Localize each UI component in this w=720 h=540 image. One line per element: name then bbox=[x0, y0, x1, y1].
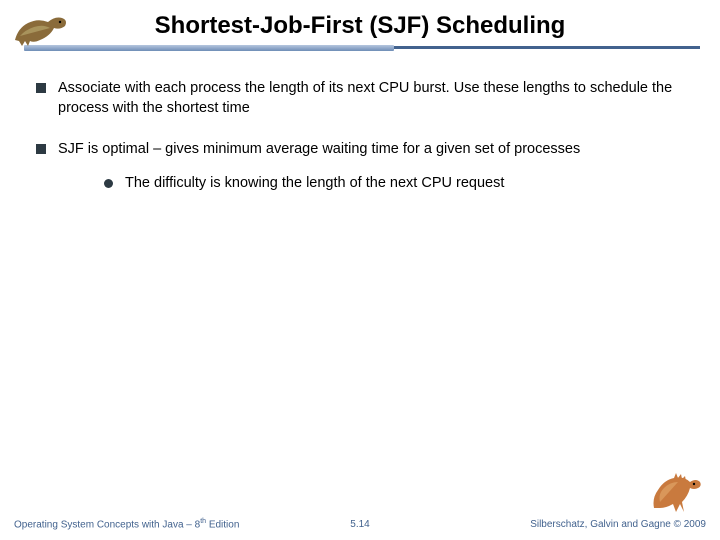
slide-footer: Operating System Concepts with Java – 8t… bbox=[0, 518, 720, 530]
square-bullet-icon bbox=[36, 83, 46, 93]
bullet-text: SJF is optimal – gives minimum average w… bbox=[58, 140, 684, 160]
bullet-item: SJF is optimal – gives minimum average w… bbox=[36, 140, 684, 193]
dinosaur-right-icon bbox=[646, 468, 706, 514]
bullet-item: Associate with each process the length o… bbox=[36, 79, 684, 118]
dinosaur-left-icon bbox=[10, 8, 80, 48]
sub-bullet-text: The difficulty is knowing the length of … bbox=[125, 174, 504, 194]
footer-right: Silberschatz, Galvin and Gagne © 2009 bbox=[530, 519, 706, 530]
bullet-text: Associate with each process the length o… bbox=[58, 79, 684, 118]
slide-title: Shortest-Job-First (SJF) Scheduling bbox=[155, 12, 566, 40]
footer-page-number: 5.14 bbox=[350, 519, 369, 530]
square-bullet-icon bbox=[36, 144, 46, 154]
slide-content: Associate with each process the length o… bbox=[0, 51, 720, 193]
slide-header: Shortest-Job-First (SJF) Scheduling bbox=[0, 0, 720, 40]
footer-left: Operating System Concepts with Java – 8t… bbox=[14, 518, 239, 530]
sub-bullet-item: The difficulty is knowing the length of … bbox=[104, 174, 684, 194]
circle-bullet-icon bbox=[104, 179, 113, 188]
